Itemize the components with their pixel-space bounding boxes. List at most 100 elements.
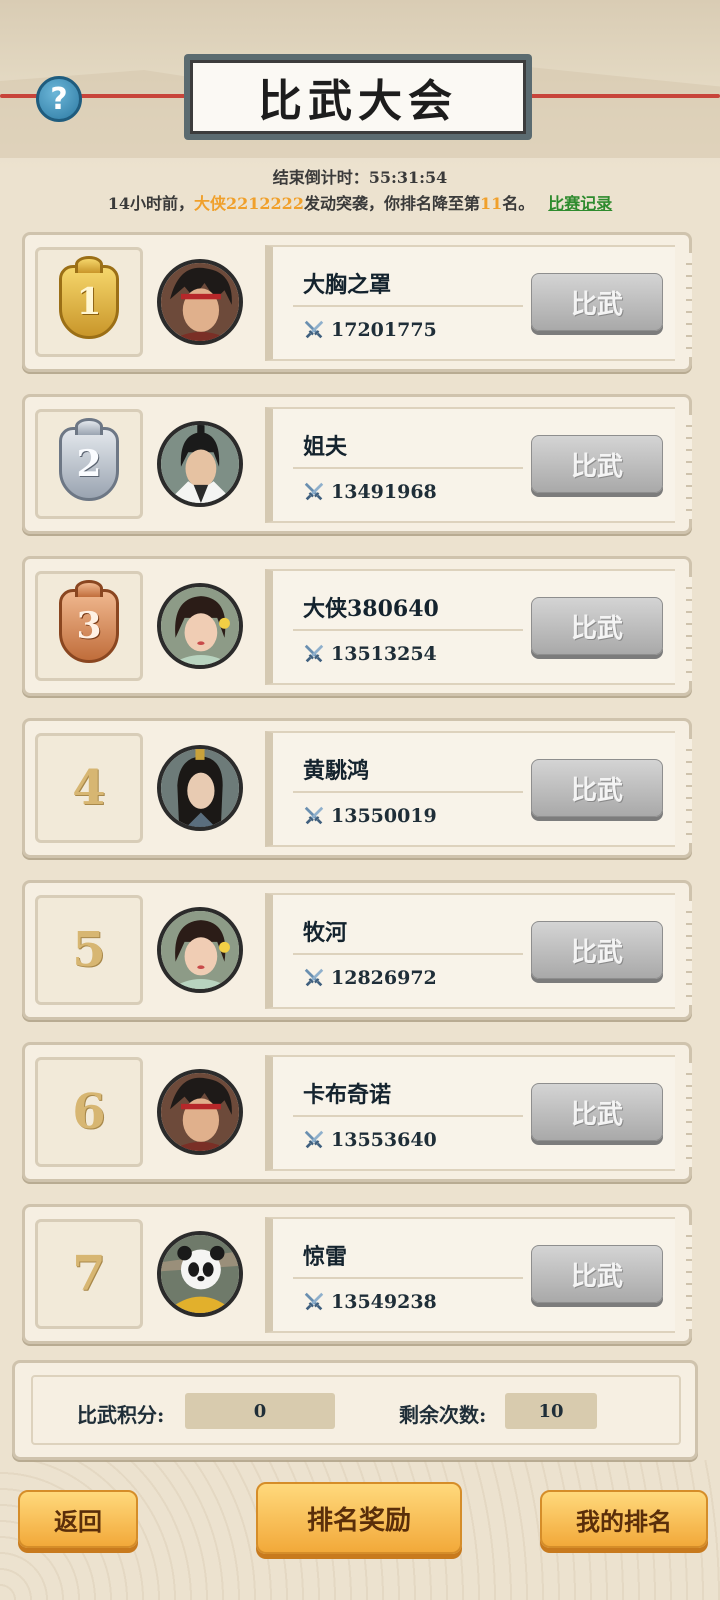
player-name: 大侠380640 — [303, 596, 439, 622]
challenge-button[interactable]: 比武 — [531, 1245, 663, 1303]
player-avatar[interactable] — [157, 1069, 243, 1155]
combat-power-value: 13553640 — [331, 1129, 437, 1151]
player-avatar[interactable] — [157, 583, 243, 669]
rank-badge: 1 — [35, 247, 143, 357]
ranking-row: 2 姐夫 13491968 比武 — [22, 394, 692, 534]
page-title: 比武大会 — [190, 60, 526, 134]
crossed-swords-icon — [303, 805, 325, 827]
crossed-swords-icon — [303, 319, 325, 341]
back-button[interactable]: 返回 — [18, 1490, 138, 1548]
combat-power-value: 13491968 — [331, 481, 437, 503]
stats-panel: 比武积分: 0 剩余次数: 10 — [31, 1375, 681, 1445]
combat-power-value: 13513254 — [331, 643, 437, 665]
help-button[interactable]: ? — [36, 76, 82, 122]
challenge-button[interactable]: 比武 — [531, 273, 663, 331]
crossed-swords-icon — [303, 1129, 325, 1151]
player-avatar[interactable] — [157, 259, 243, 345]
rope-right — [526, 94, 720, 98]
rank-badge: 4 — [35, 733, 143, 843]
combat-power: 13553640 — [303, 1129, 437, 1151]
player-info: 大侠380640 13513254 比武 — [265, 569, 675, 685]
ranking-list: 1 大胸之罩 17201775 比武 2 姐夫 13491968 比武 3 大侠… — [22, 232, 692, 1366]
challenge-button[interactable]: 比武 — [531, 597, 663, 655]
challenge-button[interactable]: 比武 — [531, 759, 663, 817]
player-name: 姐夫 — [303, 434, 348, 460]
notice-middle: 发动突袭，你排名降至第 — [303, 194, 480, 213]
match-record-link[interactable]: 比赛记录 — [548, 194, 612, 213]
player-name: 牧河 — [303, 920, 348, 946]
rank-number: 4 — [72, 760, 106, 816]
ranking-row: 6 卡布奇诺 13553640 比武 — [22, 1042, 692, 1182]
ranking-row: 7 惊雷 13549238 比武 — [22, 1204, 692, 1344]
rank-badge: 5 — [35, 895, 143, 1005]
remaining-label: 剩余次数: — [399, 1403, 487, 1427]
player-name: 惊雷 — [303, 1244, 348, 1270]
ranking-row: 5 牧河 12826972 比武 — [22, 880, 692, 1020]
crossed-swords-icon — [303, 967, 325, 989]
countdown-timer: 结束倒计时：55:31:54 — [272, 168, 448, 187]
notice-suffix: 名。 — [502, 194, 535, 213]
divider — [293, 1115, 523, 1117]
stats-bar: 比武积分: 0 剩余次数: 10 — [12, 1360, 698, 1460]
crossed-swords-icon — [303, 1291, 325, 1313]
score-label: 比武积分: — [77, 1403, 165, 1427]
ranking-row: 1 大胸之罩 17201775 比武 — [22, 232, 692, 372]
combat-power: 13513254 — [303, 643, 437, 665]
question-icon: ? — [50, 81, 68, 117]
silver-medal-icon: 2 — [59, 427, 119, 501]
divider — [293, 467, 523, 469]
combat-power: 13491968 — [303, 481, 437, 503]
remaining-value: 10 — [505, 1393, 597, 1429]
divider — [293, 791, 523, 793]
current-rank: 11 — [479, 194, 503, 213]
challenge-button[interactable]: 比武 — [531, 1083, 663, 1141]
rank-badge: 3 — [35, 571, 143, 681]
combat-power-value: 13550019 — [331, 805, 437, 827]
rank-number: 5 — [72, 922, 106, 978]
divider — [293, 629, 523, 631]
rank-number: 1 — [76, 281, 102, 323]
player-avatar[interactable] — [157, 907, 243, 993]
divider — [293, 1277, 523, 1279]
player-info: 卡布奇诺 13553640 比武 — [265, 1055, 675, 1171]
player-avatar[interactable] — [157, 421, 243, 507]
rank-reward-button[interactable]: 排名奖励 — [256, 1482, 462, 1554]
combat-power-value: 17201775 — [331, 319, 437, 341]
player-name: 大胸之罩 — [303, 272, 392, 298]
rank-badge: 6 — [35, 1057, 143, 1167]
rank-badge: 7 — [35, 1219, 143, 1329]
player-info: 姐夫 13491968 比武 — [265, 407, 675, 523]
combat-power: 13550019 — [303, 805, 437, 827]
divider — [293, 953, 523, 955]
bronze-medal-icon: 3 — [59, 589, 119, 663]
player-avatar[interactable] — [157, 745, 243, 831]
combat-power-value: 12826972 — [331, 967, 437, 989]
title-banner: 比武大会 — [184, 54, 532, 140]
crossed-swords-icon — [303, 481, 325, 503]
combat-power: 12826972 — [303, 967, 437, 989]
my-rank-button[interactable]: 我的排名 — [540, 1490, 708, 1548]
player-avatar[interactable] — [157, 1231, 243, 1317]
player-name: 黄駣鸿 — [303, 758, 370, 784]
player-info: 惊雷 13549238 比武 — [265, 1217, 675, 1333]
rank-number: 7 — [72, 1246, 106, 1302]
player-info: 大胸之罩 17201775 比武 — [265, 245, 675, 361]
combat-power: 13549238 — [303, 1291, 437, 1313]
crossed-swords-icon — [303, 643, 325, 665]
attack-notice: 14小时前，大侠2212222发动突袭，你排名降至第11名。 比赛记录 — [0, 190, 720, 214]
rank-number: 6 — [72, 1084, 106, 1140]
ranking-row: 3 大侠380640 13513254 比武 — [22, 556, 692, 696]
divider — [293, 305, 523, 307]
score-value: 0 — [185, 1393, 335, 1429]
rank-badge: 2 — [35, 409, 143, 519]
notice-prefix: 14小时前， — [107, 194, 195, 213]
ranking-row: 4 黄駣鸿 13550019 比武 — [22, 718, 692, 858]
rope-left — [0, 94, 190, 98]
rank-number: 3 — [76, 605, 102, 647]
attacker-name: 大侠2212222 — [194, 194, 304, 213]
gold-medal-icon: 1 — [59, 265, 119, 339]
challenge-button[interactable]: 比武 — [531, 435, 663, 493]
challenge-button[interactable]: 比武 — [531, 921, 663, 979]
rank-number: 2 — [76, 443, 102, 485]
player-name: 卡布奇诺 — [303, 1082, 392, 1108]
